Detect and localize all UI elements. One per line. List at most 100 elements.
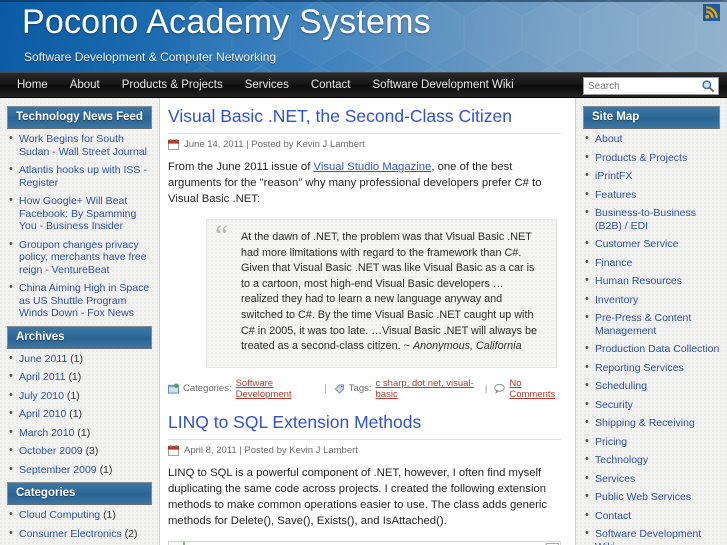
sitemap-link-technology[interactable]: Technology <box>595 454 648 466</box>
sitemap-link-about[interactable]: About <box>595 133 622 145</box>
list-item: Inventory <box>583 293 720 307</box>
archive-link[interactable]: September 2009 <box>19 464 97 476</box>
archive-link[interactable]: July 2010 <box>19 390 64 402</box>
categories-label: Categories: <box>183 383 232 395</box>
sitemap-link-security[interactable]: Security <box>595 399 633 411</box>
archive-count: (1) <box>70 352 84 365</box>
nav-item-contact[interactable]: Contact <box>300 72 362 98</box>
nav-item-list: Home About Products & Projects Services … <box>0 72 525 98</box>
sitemap-link-public-web-services[interactable]: Public Web Services <box>595 491 691 503</box>
search-input[interactable] <box>584 78 696 94</box>
post-author: Kevin J Lambert <box>289 444 358 456</box>
sitemap-link-pre-press-content-management[interactable]: Pre-Press & Content Management <box>595 312 691 337</box>
list-item: Work Begins for South Sudan - Wall Stree… <box>7 132 152 158</box>
post-title-link[interactable]: LINQ to SQL Extension Methods <box>168 412 561 440</box>
archive-count: (1) <box>77 426 91 439</box>
visual-studio-magazine-link[interactable]: Visual Studio Magazine <box>313 161 431 173</box>
search-box[interactable] <box>583 77 719 95</box>
tag-icon <box>334 384 344 394</box>
archive-link[interactable]: April 2010 <box>19 408 66 420</box>
main-navigation-bar: Home About Products & Projects Services … <box>0 72 727 98</box>
site-banner: Pocono Academy Systems Software Developm… <box>0 0 727 72</box>
list-item: October 2009 (3) <box>7 444 152 458</box>
list-item: Public Web Services <box>583 490 720 504</box>
sitemap-link-pricing[interactable]: Pricing <box>595 436 627 448</box>
nav-item-about[interactable]: About <box>59 72 111 98</box>
sitemap-link-customer-service[interactable]: Customer Service <box>595 238 678 250</box>
widget-archives: Archives June 2011 (1) April 2011 (1) Ju… <box>7 325 152 477</box>
archive-count: (3) <box>85 445 99 457</box>
nav-item-home[interactable]: Home <box>6 72 59 98</box>
sitemap-link-iprintfx[interactable]: iPrintFX <box>595 170 632 182</box>
list-item: Human Resources <box>583 274 720 288</box>
widget-categories: Categories Cloud Computing (1) Consumer … <box>7 482 152 545</box>
archives-list: June 2011 (1) April 2011 (1) July 2010 (… <box>7 352 152 477</box>
folder-icon <box>168 383 179 394</box>
rss-icon[interactable] <box>703 4 720 21</box>
list-item: Technology <box>583 453 720 467</box>
nav-item-products-projects[interactable]: Products & Projects <box>111 72 234 98</box>
sitemap-link-b2b-edi[interactable]: Business-to-Business (B2B) / EDI <box>595 207 696 232</box>
sitemap-link-shipping-receiving[interactable]: Shipping & Receiving <box>595 417 695 429</box>
nav-item-services[interactable]: Services <box>234 72 300 98</box>
archive-link[interactable]: March 2010 <box>19 427 74 439</box>
list-item: Scheduling <box>583 379 720 393</box>
archive-link[interactable]: June 2011 <box>19 353 67 365</box>
footer-separator: | <box>324 383 327 395</box>
comment-bubble-icon <box>494 384 506 395</box>
list-item: Reporting Services <box>583 361 720 375</box>
post-body: From the June 2011 issue of Visual Studi… <box>168 159 561 207</box>
list-item: Pre-Press & Content Management <box>583 311 720 337</box>
post-footer: Categories: Software Development | Tags:… <box>168 378 561 400</box>
widget-technology-news-feed: Technology News Feed Work Begins for Sou… <box>7 106 152 320</box>
sitemap-link-features[interactable]: Features <box>595 189 636 201</box>
news-link[interactable]: Groupon changes privacy policy, merchant… <box>19 239 147 276</box>
sitemap-link-human-resources[interactable]: Human Resources <box>595 275 682 287</box>
list-item: Customer Service <box>583 237 720 251</box>
post-category-link[interactable]: Software Development <box>236 378 318 400</box>
sitemap-link-products-projects[interactable]: Products & Projects <box>595 152 687 164</box>
sitemap-link-inventory[interactable]: Inventory <box>595 294 638 306</box>
category-link[interactable]: Cloud Computing <box>19 509 100 521</box>
news-feed-list: Work Begins for South Sudan - Wall Stree… <box>7 132 152 320</box>
archive-link[interactable]: October 2009 <box>19 445 83 457</box>
news-link[interactable]: Work Begins for South Sudan - Wall Stree… <box>19 133 147 158</box>
list-item: Services <box>583 472 720 486</box>
list-item: Features <box>583 188 720 202</box>
archive-count: (1) <box>66 389 80 402</box>
sitemap-link-software-development-wiki[interactable]: Software Development Wiki <box>595 528 701 545</box>
comments-link[interactable]: No Comments <box>509 378 561 400</box>
list-item: Consumer Electronics (2) <box>7 527 152 541</box>
post-meta-separator: | Posted by <box>239 444 287 456</box>
sitemap-link-services[interactable]: Services <box>595 473 635 485</box>
category-count: (2) <box>124 527 138 540</box>
calendar-icon <box>168 139 179 150</box>
category-count: (1) <box>103 509 116 521</box>
sitemap-link-reporting-services[interactable]: Reporting Services <box>595 362 684 374</box>
sitemap-link-finance[interactable]: Finance <box>595 257 632 269</box>
post-tags-links[interactable]: c sharp, dot net, visual-basic <box>376 378 478 400</box>
search-icon[interactable] <box>701 79 715 93</box>
news-link[interactable]: Atlantis hooks up with ISS - Register <box>19 164 147 189</box>
list-item: Software Development Wiki <box>583 527 720 545</box>
list-item: Finance <box>583 256 720 270</box>
list-item: Groupon changes privacy policy, merchant… <box>7 238 152 277</box>
list-item: July 2010 (1) <box>7 389 152 403</box>
category-link[interactable]: Consumer Electronics <box>19 528 122 540</box>
sitemap-link-production-data-collection[interactable]: Production Data Collection <box>595 343 719 355</box>
news-link[interactable]: How Google+ Will Beat Facebook: By Spamm… <box>19 195 136 232</box>
widget-title: Technology News Feed <box>7 106 152 129</box>
news-link[interactable]: China Aiming High in Space as US Shuttle… <box>19 282 149 319</box>
nav-item-software-development-wiki[interactable]: Software Development Wiki <box>361 72 524 98</box>
post-title-link[interactable]: Visual Basic .NET, the Second-Class Citi… <box>168 106 561 134</box>
post-body: LINQ to SQL is a powerful component of .… <box>168 466 548 527</box>
post-date: June 14, 2011 <box>184 139 244 150</box>
sitemap-link-contact[interactable]: Contact <box>595 510 631 522</box>
archive-link[interactable]: April 2011 <box>19 371 66 383</box>
sitemap-link-scheduling[interactable]: Scheduling <box>595 380 647 392</box>
list-item: Shipping & Receiving <box>583 416 720 430</box>
post-visual-basic-net: Visual Basic .NET, the Second-Class Citi… <box>168 106 561 400</box>
list-item: June 2011 (1) <box>7 352 152 366</box>
post-meta: April 8, 2011 | Posted by Kevin J Lamber… <box>168 444 561 456</box>
archive-count: (1) <box>69 408 83 420</box>
